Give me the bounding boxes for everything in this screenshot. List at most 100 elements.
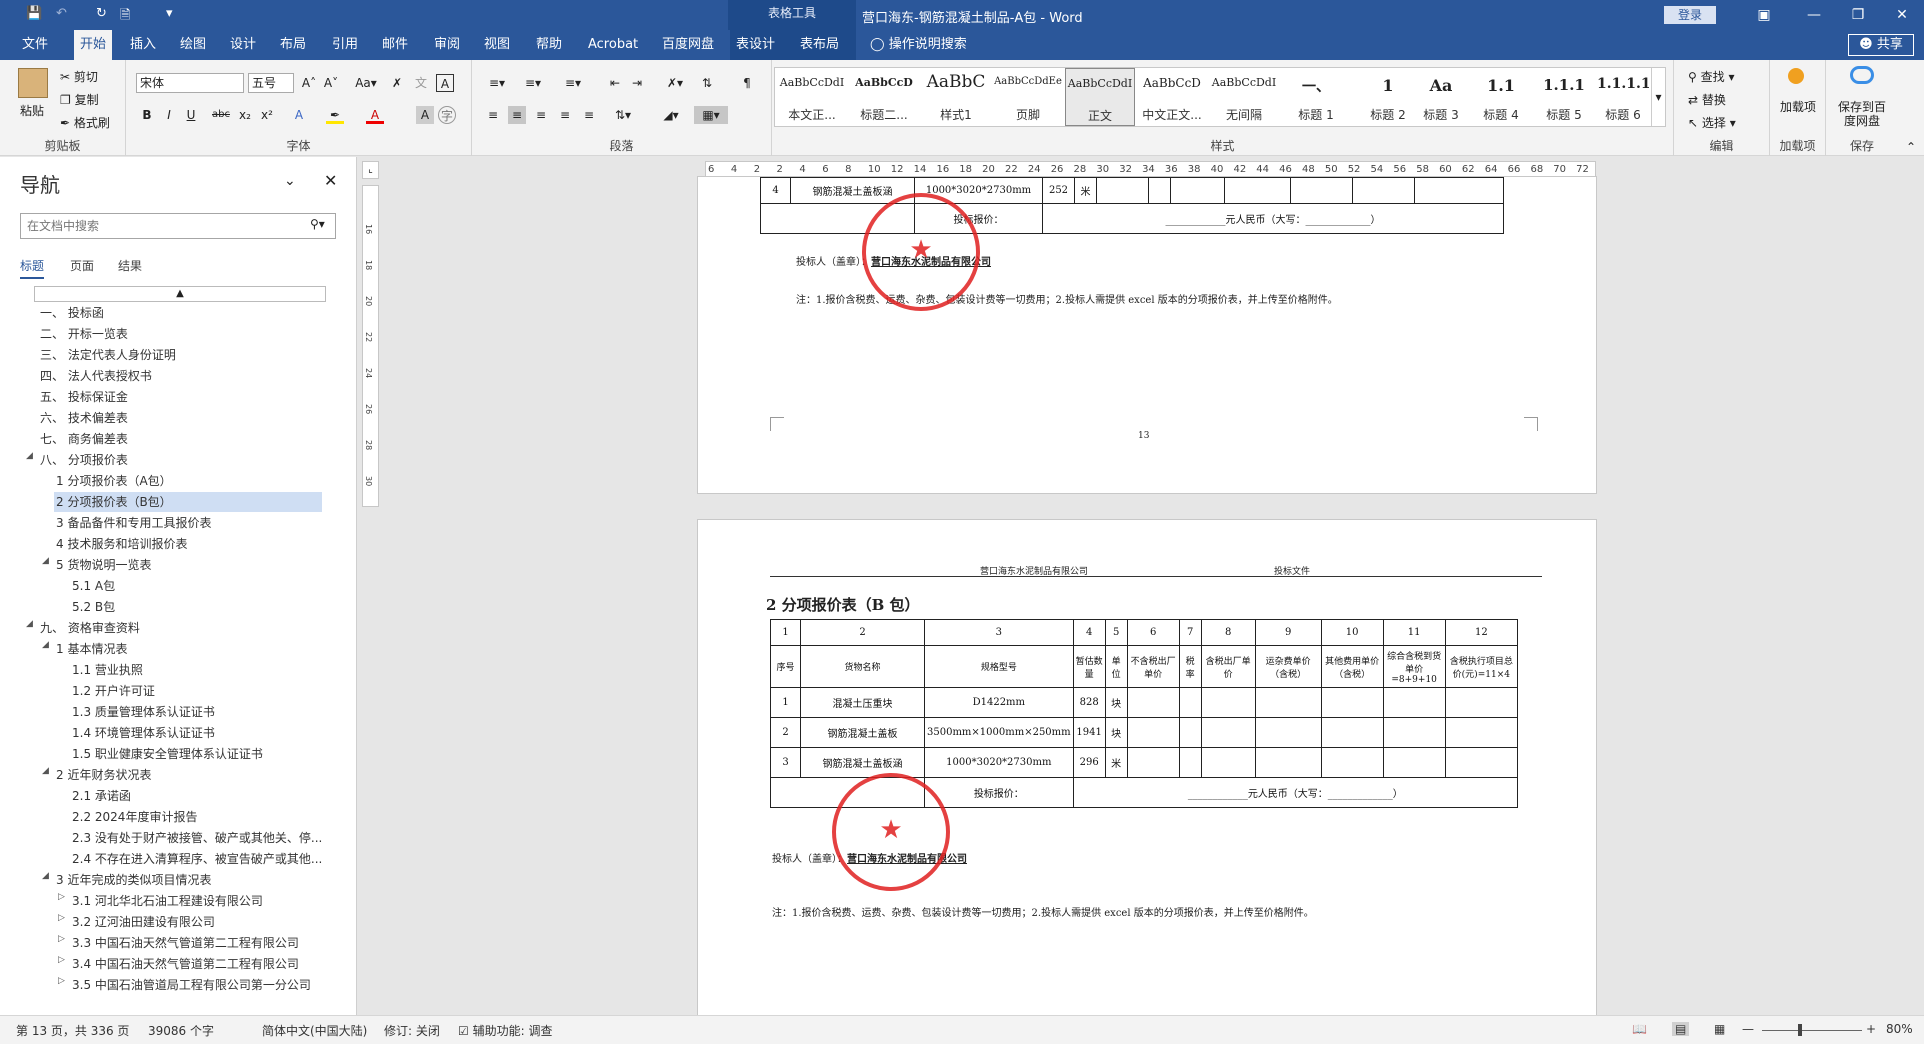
column-number-cell[interactable]: 3	[924, 619, 1074, 646]
tab-file[interactable]: 文件	[16, 30, 54, 60]
page[interactable]: 4 钢筋混凝土盖板涵 1000*3020*2730mm 252 米 投标报价：	[697, 176, 1597, 494]
cell[interactable]	[1200, 747, 1256, 778]
cell[interactable]	[1096, 177, 1149, 204]
cell[interactable]	[1178, 687, 1202, 718]
nav-item[interactable]: 3.1 河北华北石油工程建设有限公司	[0, 891, 340, 911]
cell[interactable]: 米	[1104, 747, 1128, 778]
close-button[interactable]: ✕	[1882, 2, 1922, 28]
char-border-icon[interactable]: A	[436, 74, 454, 92]
search-icon[interactable]: ⚲▾	[310, 217, 325, 231]
zoom-in-icon[interactable]: +	[1866, 1022, 1876, 1036]
column-header-cell[interactable]: 其他费用单价（含税）	[1320, 645, 1384, 688]
nav-item[interactable]: 三、 法定代表人身份证明	[0, 345, 340, 365]
column-number-cell[interactable]: 5	[1104, 619, 1128, 646]
nav-item[interactable]: 3.2 辽河油田建设有限公司	[0, 912, 340, 932]
show-marks-icon[interactable]: ¶	[738, 74, 756, 92]
cell[interactable]	[1254, 687, 1322, 718]
column-header-cell[interactable]: 税率	[1178, 645, 1202, 688]
column-number-cell[interactable]: 12	[1444, 619, 1519, 646]
nav-item[interactable]: 1 基本情况表	[0, 639, 340, 659]
nav-item[interactable]: 八、 分项报价表	[0, 450, 340, 470]
style-item-selected[interactable]: AaBbCcDdI 正文	[1065, 68, 1135, 126]
cell[interactable]	[1200, 687, 1256, 718]
find-button[interactable]: ⚲ 查找 ▾	[1688, 68, 1734, 85]
nav-tab-pages[interactable]: 页面	[70, 257, 94, 274]
column-header-cell[interactable]: 综合含税到货单价=8+9+10	[1382, 645, 1446, 688]
increase-indent-icon[interactable]: ⇥	[628, 74, 646, 92]
style-item[interactable]: AaBbCcDdI 无间隔	[1209, 68, 1279, 126]
style-item[interactable]: 一、 标题 1	[1281, 68, 1351, 126]
subscript-button[interactable]: x₂	[236, 106, 254, 124]
change-case-button[interactable]: Aa▾	[352, 74, 380, 92]
cell[interactable]: 钢筋混凝土盖板	[800, 717, 925, 748]
decrease-indent-icon[interactable]: ⇤	[606, 74, 624, 92]
cell[interactable]	[1126, 717, 1180, 748]
save-icon[interactable]: 💾	[26, 6, 42, 21]
style-item[interactable]: 1.1 标题 4	[1471, 68, 1531, 126]
cell[interactable]: 252	[1042, 177, 1075, 204]
column-header-cell[interactable]: 不含税出厂单价	[1126, 645, 1180, 688]
superscript-button[interactable]: x²	[258, 106, 276, 124]
language[interactable]: 简体中文(中国大陆)	[262, 1022, 367, 1039]
cell[interactable]	[1382, 717, 1446, 748]
cell[interactable]: 米	[1074, 177, 1097, 204]
font-name-select[interactable]: 宋体	[136, 73, 244, 93]
column-number-cell[interactable]: 10	[1320, 619, 1384, 646]
align-center-icon[interactable]: ≡	[508, 106, 526, 124]
chinese-layout-icon[interactable]: ✗▾	[662, 74, 688, 92]
track-changes[interactable]: 修订: 关闭	[384, 1022, 440, 1039]
customize-qat-icon[interactable]: ▾	[166, 6, 173, 21]
cell[interactable]	[1444, 717, 1519, 748]
nav-tab-headings[interactable]: 标题	[20, 257, 45, 279]
cell[interactable]	[1382, 747, 1446, 778]
cell[interactable]: 3500mm×1000mm×250mm	[924, 717, 1074, 748]
column-number-cell[interactable]: 4	[1072, 619, 1106, 646]
cell[interactable]: 4	[760, 177, 791, 204]
phonetic-guide-icon[interactable]: 文	[412, 74, 430, 92]
numbering-icon[interactable]: ≡▾	[520, 74, 546, 92]
nav-item[interactable]: 二、 开标一览表	[0, 324, 340, 344]
strikethrough-button[interactable]: abc	[210, 106, 232, 124]
text-effects-icon[interactable]: A	[290, 106, 308, 124]
tab-table-design[interactable]: 表设计	[730, 30, 794, 60]
column-header-cell[interactable]: 单位	[1104, 645, 1128, 688]
cell[interactable]	[1444, 687, 1519, 718]
cell[interactable]: 3	[770, 747, 801, 778]
column-number-cell[interactable]: 6	[1126, 619, 1180, 646]
column-header-cell[interactable]: 运杂费单价（含税）	[1254, 645, 1322, 688]
cell[interactable]	[1224, 177, 1291, 204]
cell[interactable]: 混凝土压重块	[800, 687, 925, 718]
tab-references[interactable]: 引用	[326, 30, 364, 60]
nav-options-icon[interactable]: ⌄	[284, 173, 296, 189]
tab-home[interactable]: 开始	[74, 30, 113, 61]
nav-item[interactable]: 2 近年财务状况表	[0, 765, 340, 785]
style-item[interactable]: AaBbCcD 中文正文...	[1137, 68, 1207, 126]
nav-item[interactable]: 1.4 环境管理体系认证证书	[0, 723, 340, 743]
nav-item[interactable]: 一、 投标函	[0, 303, 340, 323]
tab-view[interactable]: 视图	[478, 30, 516, 60]
nav-item[interactable]: 1.1 营业执照	[0, 660, 340, 680]
nav-item[interactable]: 3.3 中国石油天然气管道第二工程有限公司	[0, 933, 340, 953]
nav-item[interactable]: 2.3 没有处于财产被接管、破产或其他关、停...	[0, 828, 340, 848]
nav-item[interactable]: 1.2 开户许可证	[0, 681, 340, 701]
restore-button[interactable]: ❐	[1838, 2, 1878, 28]
cell[interactable]	[1148, 177, 1171, 204]
page-count[interactable]: 第 13 页，共 336 页	[16, 1022, 129, 1039]
zoom-level[interactable]: 80%	[1886, 1022, 1913, 1036]
nav-item[interactable]: 2.4 不存在进入清算程序、被宣告破产或其他...	[0, 849, 340, 869]
cell[interactable]	[1254, 717, 1322, 748]
cell[interactable]	[1170, 177, 1225, 204]
column-header-cell[interactable]: 序号	[770, 645, 801, 688]
format-painter-button[interactable]: ✒ 格式刷	[60, 114, 110, 131]
cell[interactable]	[1126, 747, 1180, 778]
underline-button[interactable]: U	[182, 106, 200, 124]
print-layout-icon[interactable]: ▤	[1672, 1022, 1690, 1036]
char-shading-icon[interactable]: A	[416, 106, 434, 124]
close-icon[interactable]: ✕	[324, 171, 337, 190]
nav-item[interactable]: 六、 技术偏差表	[0, 408, 340, 428]
cell[interactable]	[1178, 747, 1202, 778]
redo-icon[interactable]: ↻	[96, 6, 107, 21]
paste-icon[interactable]	[18, 68, 48, 98]
nav-item[interactable]: 1.3 质量管理体系认证证书	[0, 702, 340, 722]
minimize-button[interactable]: —	[1794, 2, 1834, 28]
